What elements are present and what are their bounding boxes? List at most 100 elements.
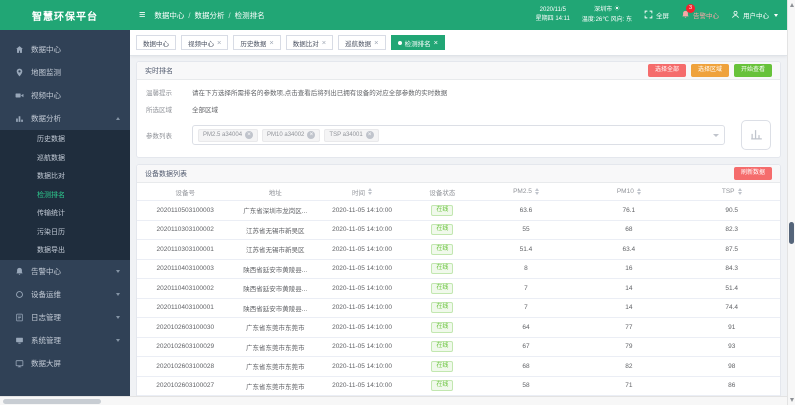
column-header-pm25[interactable]: PM2.5 [478,188,574,195]
cell-status: 在线 [407,321,478,333]
remove-tag-icon[interactable]: × [307,131,316,139]
sidebar-item-label: 日志管理 [31,312,61,322]
tip-text: 请在下方选择所需排名的参数项,点击查看后将列出已拥有设备的对应全部参数的实时数据 [192,89,448,97]
cell-pm25: 55 [522,226,530,234]
close-icon[interactable]: × [322,39,326,47]
cell-pm25: 8 [524,265,528,273]
sidebar-item-log-management[interactable]: 日志管理 [0,306,130,329]
close-icon[interactable]: × [434,39,438,47]
status-badge: 在线 [431,224,454,236]
alarm-center-button[interactable]: 3 告警中心 [681,3,719,21]
remove-tag-icon[interactable]: × [365,131,374,139]
status-badge: 在线 [431,341,454,353]
start-view-button[interactable]: 开始查看 [733,64,772,77]
sidebar-subitem[interactable]: 数据比对 [0,167,130,186]
sidebar-item-label: 告警中心 [31,266,61,276]
select-all-button[interactable]: 选择全部 [647,64,686,77]
sidebar-item-device-ops[interactable]: 设备运维 [0,283,130,306]
cell-tsp: 98 [728,362,736,370]
tip-label: 温馨提示 [146,89,172,97]
ranking-panel-body: 温馨提示 请在下方选择所需排名的参数项,点击查看后将列出已拥有设备的对应全部参数… [137,80,780,157]
sidebar-item-label: 系统管理 [31,335,61,345]
user-label: 用户中心 [743,13,769,20]
param-tag: PM10 a34002 × [262,128,321,142]
select-region-button[interactable]: 选择区域 [690,64,729,77]
remove-tag-icon[interactable]: × [245,131,254,139]
sidebar-item-label: 视频中心 [31,91,61,100]
column-header-tsp[interactable]: TSP [683,188,779,195]
param-tag-label: PM10 a34002 [267,132,305,138]
scroll-up-arrow-icon[interactable] [789,3,794,7]
chevron-up-icon [116,117,120,120]
cell-time: 2020-11-05 14:10:00 [332,343,392,351]
cell-device_no: 2020102603100027 [156,382,215,390]
tab-history-data[interactable]: 历史数据 × [233,35,281,50]
sidebar-item-system-management[interactable]: 系统管理 [0,329,130,352]
column-header-pm10[interactable]: PM10 [574,188,683,195]
sidebar-item-data-screen[interactable]: 数据大屏 [0,352,130,375]
sidebar-item-data-center[interactable]: 数据中心 [0,38,130,61]
sort-icon[interactable] [534,188,539,195]
weather-city: 深圳市 [594,7,613,14]
sidebar-subitem[interactable]: 检测排名 [0,186,130,205]
vertical-scrollbar[interactable] [787,0,795,405]
column-label: 设备状态 [429,189,456,197]
sidebar-item-label: 数据中心 [31,45,61,54]
cell-tsp: 82.3 [725,226,739,234]
chart-view-button[interactable] [741,120,771,150]
device-panel-title: 设备数据列表 [145,170,187,178]
tab-video-center[interactable]: 视频中心 × [181,35,229,50]
horizontal-scrollbar-thumb[interactable] [3,399,101,404]
fullscreen-button[interactable]: 全屏 [644,10,669,21]
sidebar-item-data-analysis[interactable]: 数据分析 [0,107,130,130]
cell-time: 2020-11-05 14:10:00 [332,304,392,312]
column-header-time[interactable]: 时间 [317,187,407,197]
weather-display: 深圳市 温度:26℃ 风向: 东 [582,5,632,25]
breadcrumb-item[interactable]: 检测排名 [235,10,265,21]
horizontal-scrollbar[interactable] [0,396,787,405]
sidebar-item-label: 数据分析 [31,114,61,123]
sidebar-subitem[interactable]: 巡航数据 [0,149,130,168]
user-icon [731,10,740,21]
param-select[interactable]: PM2.5 a34004 × PM10 a34002 × TSP a34001 × [192,125,725,145]
tab-cruise-data[interactable]: 巡航数据 × [338,35,386,50]
tab-data-center[interactable]: 数据中心 [136,35,176,50]
circle-icon [15,290,24,299]
status-badge: 在线 [431,282,454,294]
cell-tsp: 90.5 [725,206,739,214]
chevron-down-icon [116,338,120,342]
hamburger-icon[interactable]: ≡ [139,9,145,21]
scroll-down-arrow-icon[interactable] [789,398,794,402]
active-dot [397,40,402,45]
sidebar-item-video-center[interactable]: 视频中心 [0,84,130,107]
sort-icon[interactable] [368,188,373,195]
close-icon[interactable]: × [217,39,221,47]
sort-icon[interactable] [636,188,641,195]
tab-data-compare[interactable]: 数据比对 × [285,35,334,50]
sidebar-subitem[interactable]: 污染日历 [0,223,130,242]
cell-device_no: 2020110403100002 [156,284,214,292]
user-center-button[interactable]: 用户中心 [731,10,778,21]
param-tag-label: PM2.5 a34004 [203,132,243,138]
tab-label: 视频中心 [188,40,214,48]
cell-address: 广东省东莞市东莞市 [245,344,305,352]
sidebar-subitem[interactable]: 数据导出 [0,241,130,260]
sidebar-item-label: 数据大屏 [31,358,61,368]
sidebar-subitem[interactable]: 历史数据 [0,130,130,149]
vertical-scrollbar-thumb[interactable] [789,222,794,244]
refresh-data-button[interactable]: 刷新数据 [733,167,772,180]
close-icon[interactable]: × [374,39,378,47]
home-icon [15,45,24,54]
sidebar-item-map-monitor[interactable]: 地图监测 [0,61,130,84]
sidebar-item-alarm-center[interactable]: 告警中心 [0,260,130,283]
breadcrumb-item[interactable]: 数据中心 [154,10,184,21]
sort-icon[interactable] [737,188,742,195]
status-badge: 在线 [431,380,454,392]
tab-detect-ranking[interactable]: 检测排名 × [390,35,445,50]
breadcrumb-item[interactable]: 数据分析 [195,10,225,21]
breadcrumb: 数据中心 / 数据分析 / 检测排名 [154,10,264,21]
sidebar-subitem[interactable]: 传输统计 [0,204,130,223]
cell-pm25: 7 [524,304,528,312]
close-icon[interactable]: × [269,39,273,47]
cell-status: 在线 [407,302,478,314]
